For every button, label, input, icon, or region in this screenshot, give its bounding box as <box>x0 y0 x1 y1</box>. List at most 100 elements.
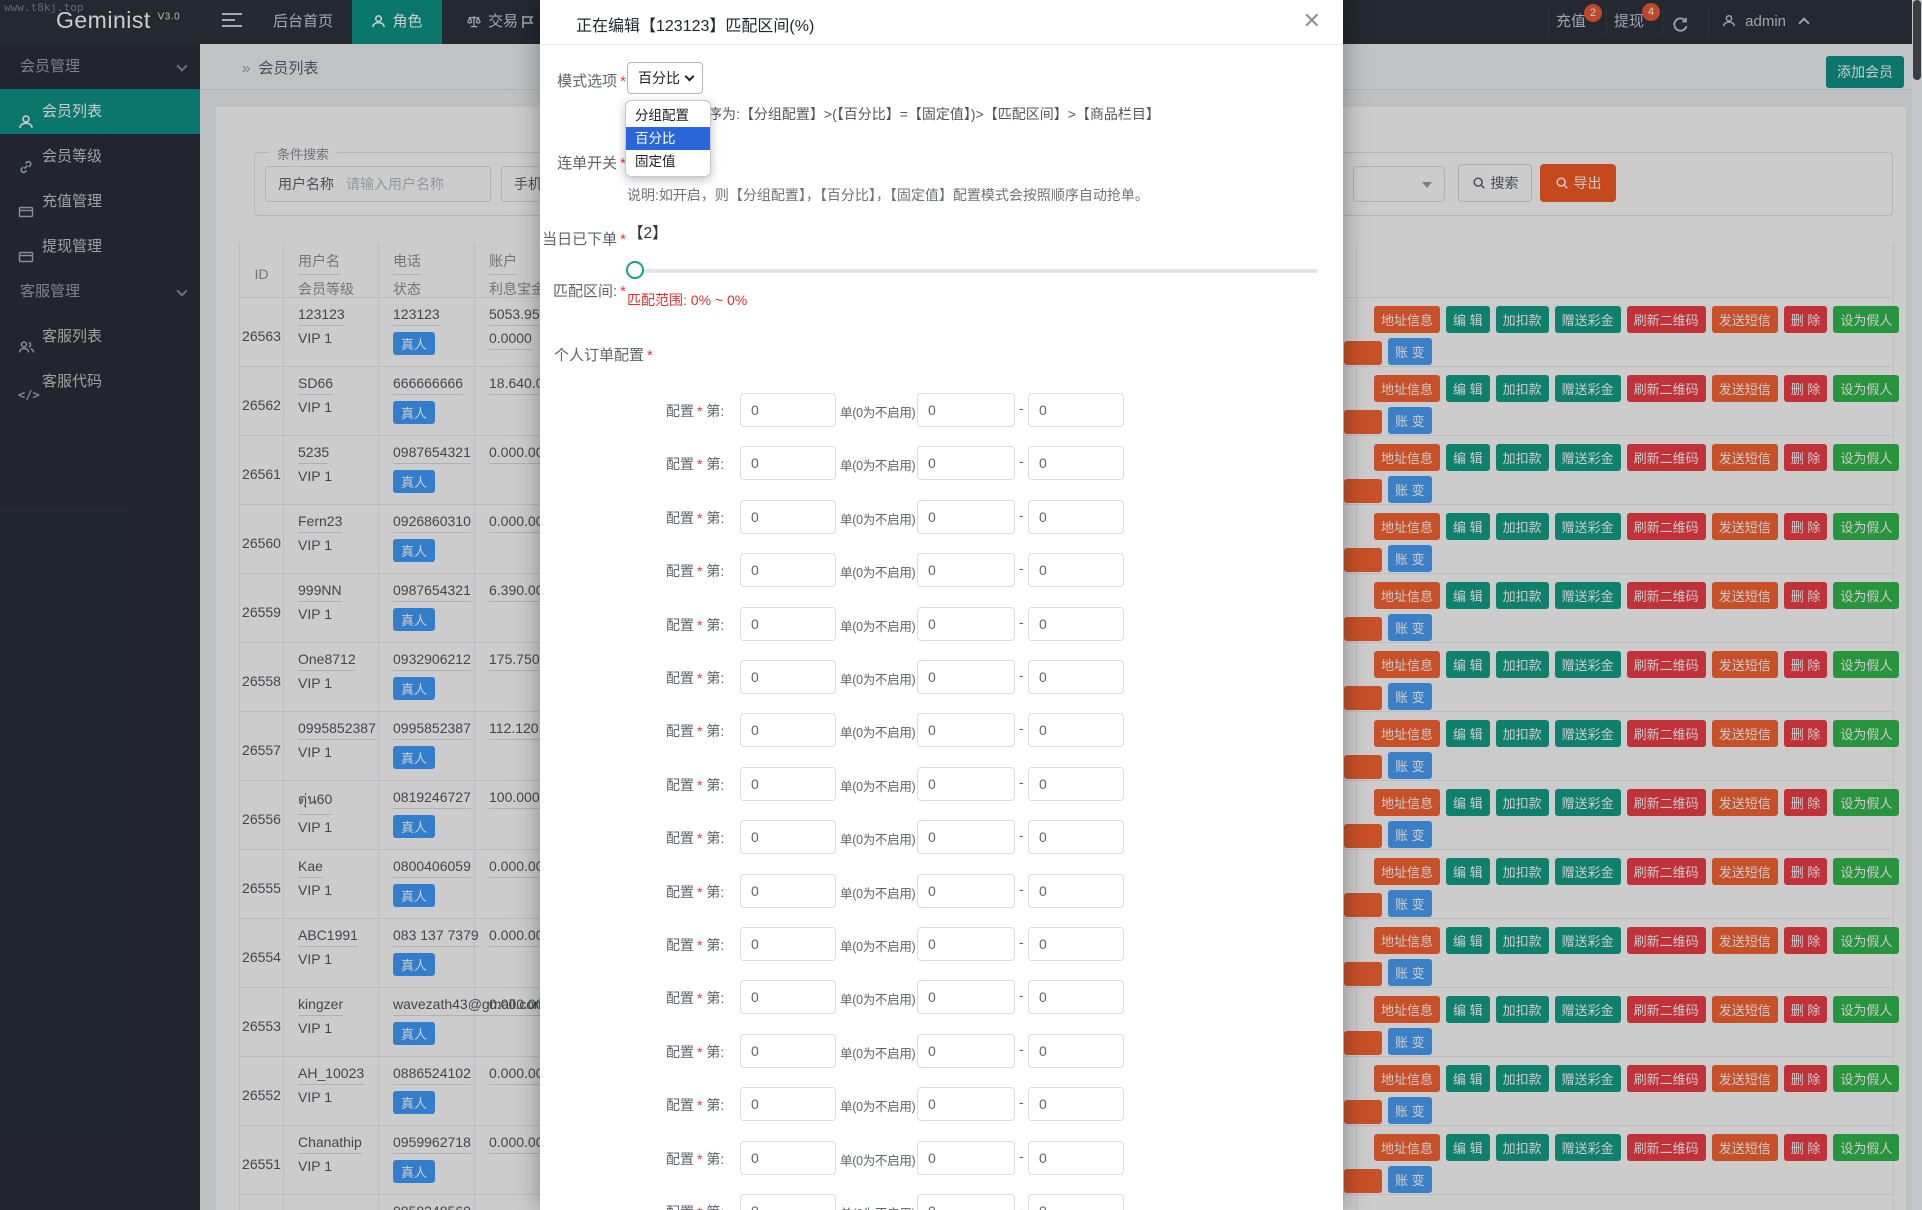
config-input-min[interactable] <box>917 1194 1015 1210</box>
config-input-order[interactable] <box>740 1141 836 1175</box>
config-unit-text: 单(0为不启用) <box>840 1150 916 1169</box>
config-input-min[interactable] <box>917 767 1015 801</box>
config-input-min[interactable] <box>917 713 1015 747</box>
config-input-order[interactable] <box>740 767 836 801</box>
config-unit-text: 单(0为不启用) <box>840 669 916 688</box>
config-unit-text: 单(0为不启用) <box>840 455 916 474</box>
config-dash: - <box>1019 987 1024 1003</box>
config-row-label: 配置* 第: <box>666 561 724 581</box>
mode-dropdown-menu: 分组配置 百分比 固定值 <box>625 100 711 177</box>
config-input-order[interactable] <box>740 553 836 587</box>
config-input-min[interactable] <box>917 927 1015 961</box>
dropdown-option-group-config[interactable]: 分组配置 <box>626 104 710 127</box>
dropdown-option-fixed-value[interactable]: 固定值 <box>626 150 710 173</box>
config-input-max[interactable] <box>1028 927 1124 961</box>
required-asterisk: * <box>697 830 702 846</box>
mode-label: 模式选项* <box>540 70 626 91</box>
config-input-min[interactable] <box>917 393 1015 427</box>
config-unit-text: 单(0为不启用) <box>840 883 916 902</box>
config-input-order[interactable] <box>740 713 836 747</box>
config-input-min[interactable] <box>917 446 1015 480</box>
config-input-min[interactable] <box>917 1141 1015 1175</box>
config-unit-text: 单(0为不启用) <box>840 509 916 528</box>
config-row: 配置* 第:单(0为不启用)- <box>540 874 1343 908</box>
config-row-label: 配置* 第: <box>666 1095 724 1115</box>
config-input-order[interactable] <box>740 660 836 694</box>
config-input-max[interactable] <box>1028 660 1124 694</box>
config-input-min[interactable] <box>917 1034 1015 1068</box>
config-input-order[interactable] <box>740 607 836 641</box>
config-dash: - <box>1019 774 1024 790</box>
config-unit-text: 单(0为不启用) <box>840 1203 916 1210</box>
config-input-min[interactable] <box>917 980 1015 1014</box>
config-input-max[interactable] <box>1028 446 1124 480</box>
config-input-max[interactable] <box>1028 1194 1124 1210</box>
modal-header: 正在编辑【123123】匹配区间(%) ✕ <box>540 0 1343 45</box>
config-input-min[interactable] <box>917 1087 1015 1121</box>
config-unit-text: 单(0为不启用) <box>840 1096 916 1115</box>
required-asterisk: * <box>697 1151 702 1167</box>
match-range-slider-track[interactable] <box>635 269 1318 273</box>
config-row-label: 配置* 第: <box>666 1149 724 1169</box>
config-input-max[interactable] <box>1028 820 1124 854</box>
config-input-order[interactable] <box>740 1194 836 1210</box>
config-input-order[interactable] <box>740 927 836 961</box>
config-input-min[interactable] <box>917 607 1015 641</box>
config-input-min[interactable] <box>917 874 1015 908</box>
config-unit-text: 单(0为不启用) <box>840 616 916 635</box>
match-range-label: 匹配区间:* <box>540 280 626 301</box>
config-row: 配置* 第: 单(0为不启用) - <box>540 1194 1343 1210</box>
config-input-max[interactable] <box>1028 980 1124 1014</box>
dropdown-option-percentage[interactable]: 百分比 <box>626 127 710 150</box>
config-input-order[interactable] <box>740 500 836 534</box>
match-range-slider-handle[interactable] <box>626 261 644 279</box>
config-input-order[interactable] <box>740 820 836 854</box>
required-asterisk: * <box>620 283 626 300</box>
config-input-max[interactable] <box>1028 1034 1124 1068</box>
config-input-order[interactable] <box>740 874 836 908</box>
config-dash: - <box>1019 881 1024 897</box>
config-input-max[interactable] <box>1028 767 1124 801</box>
config-dash: - <box>1019 1201 1024 1210</box>
config-input-order[interactable] <box>740 393 836 427</box>
config-dash: - <box>1019 667 1024 683</box>
config-input-max[interactable] <box>1028 713 1124 747</box>
mode-select[interactable]: 百分比 <box>627 62 703 94</box>
config-row-label: 配置* 第: <box>666 988 724 1008</box>
config-input-order[interactable] <box>740 1087 836 1121</box>
scrollbar-thumb[interactable] <box>1913 0 1921 80</box>
config-input-max[interactable] <box>1028 393 1124 427</box>
required-asterisk: * <box>697 563 702 579</box>
config-row-label: 配置* 第: <box>666 508 724 528</box>
config-dash: - <box>1019 934 1024 950</box>
required-asterisk: * <box>697 510 702 526</box>
config-row-label: 配置* 第: <box>666 1202 724 1210</box>
config-row-label: 配置* 第: <box>666 721 724 741</box>
config-input-min[interactable] <box>917 820 1015 854</box>
chain-switch-label: 连单开关* <box>540 152 626 173</box>
config-input-max[interactable] <box>1028 1087 1124 1121</box>
config-row-label: 配置* 第: <box>666 668 724 688</box>
config-input-min[interactable] <box>917 500 1015 534</box>
config-row: 配置* 第:单(0为不启用)- <box>540 1141 1343 1175</box>
required-asterisk: * <box>620 73 626 90</box>
required-asterisk: * <box>697 670 702 686</box>
config-input-max[interactable] <box>1028 1141 1124 1175</box>
config-input-order[interactable] <box>740 446 836 480</box>
config-input-order[interactable] <box>740 1034 836 1068</box>
config-input-order[interactable] <box>740 980 836 1014</box>
page-scrollbar[interactable] <box>1912 0 1922 1210</box>
config-input-min[interactable] <box>917 553 1015 587</box>
config-input-max[interactable] <box>1028 553 1124 587</box>
required-asterisk: * <box>697 1097 702 1113</box>
config-input-max[interactable] <box>1028 500 1124 534</box>
config-input-max[interactable] <box>1028 607 1124 641</box>
close-icon[interactable]: ✕ <box>1303 8 1321 34</box>
config-input-min[interactable] <box>917 660 1015 694</box>
config-unit-text: 单(0为不启用) <box>840 989 916 1008</box>
config-row: 配置* 第:单(0为不启用)- <box>540 553 1343 587</box>
required-asterisk: * <box>697 723 702 739</box>
config-input-max[interactable] <box>1028 874 1124 908</box>
required-asterisk: * <box>697 884 702 900</box>
required-asterisk: * <box>697 990 702 1006</box>
